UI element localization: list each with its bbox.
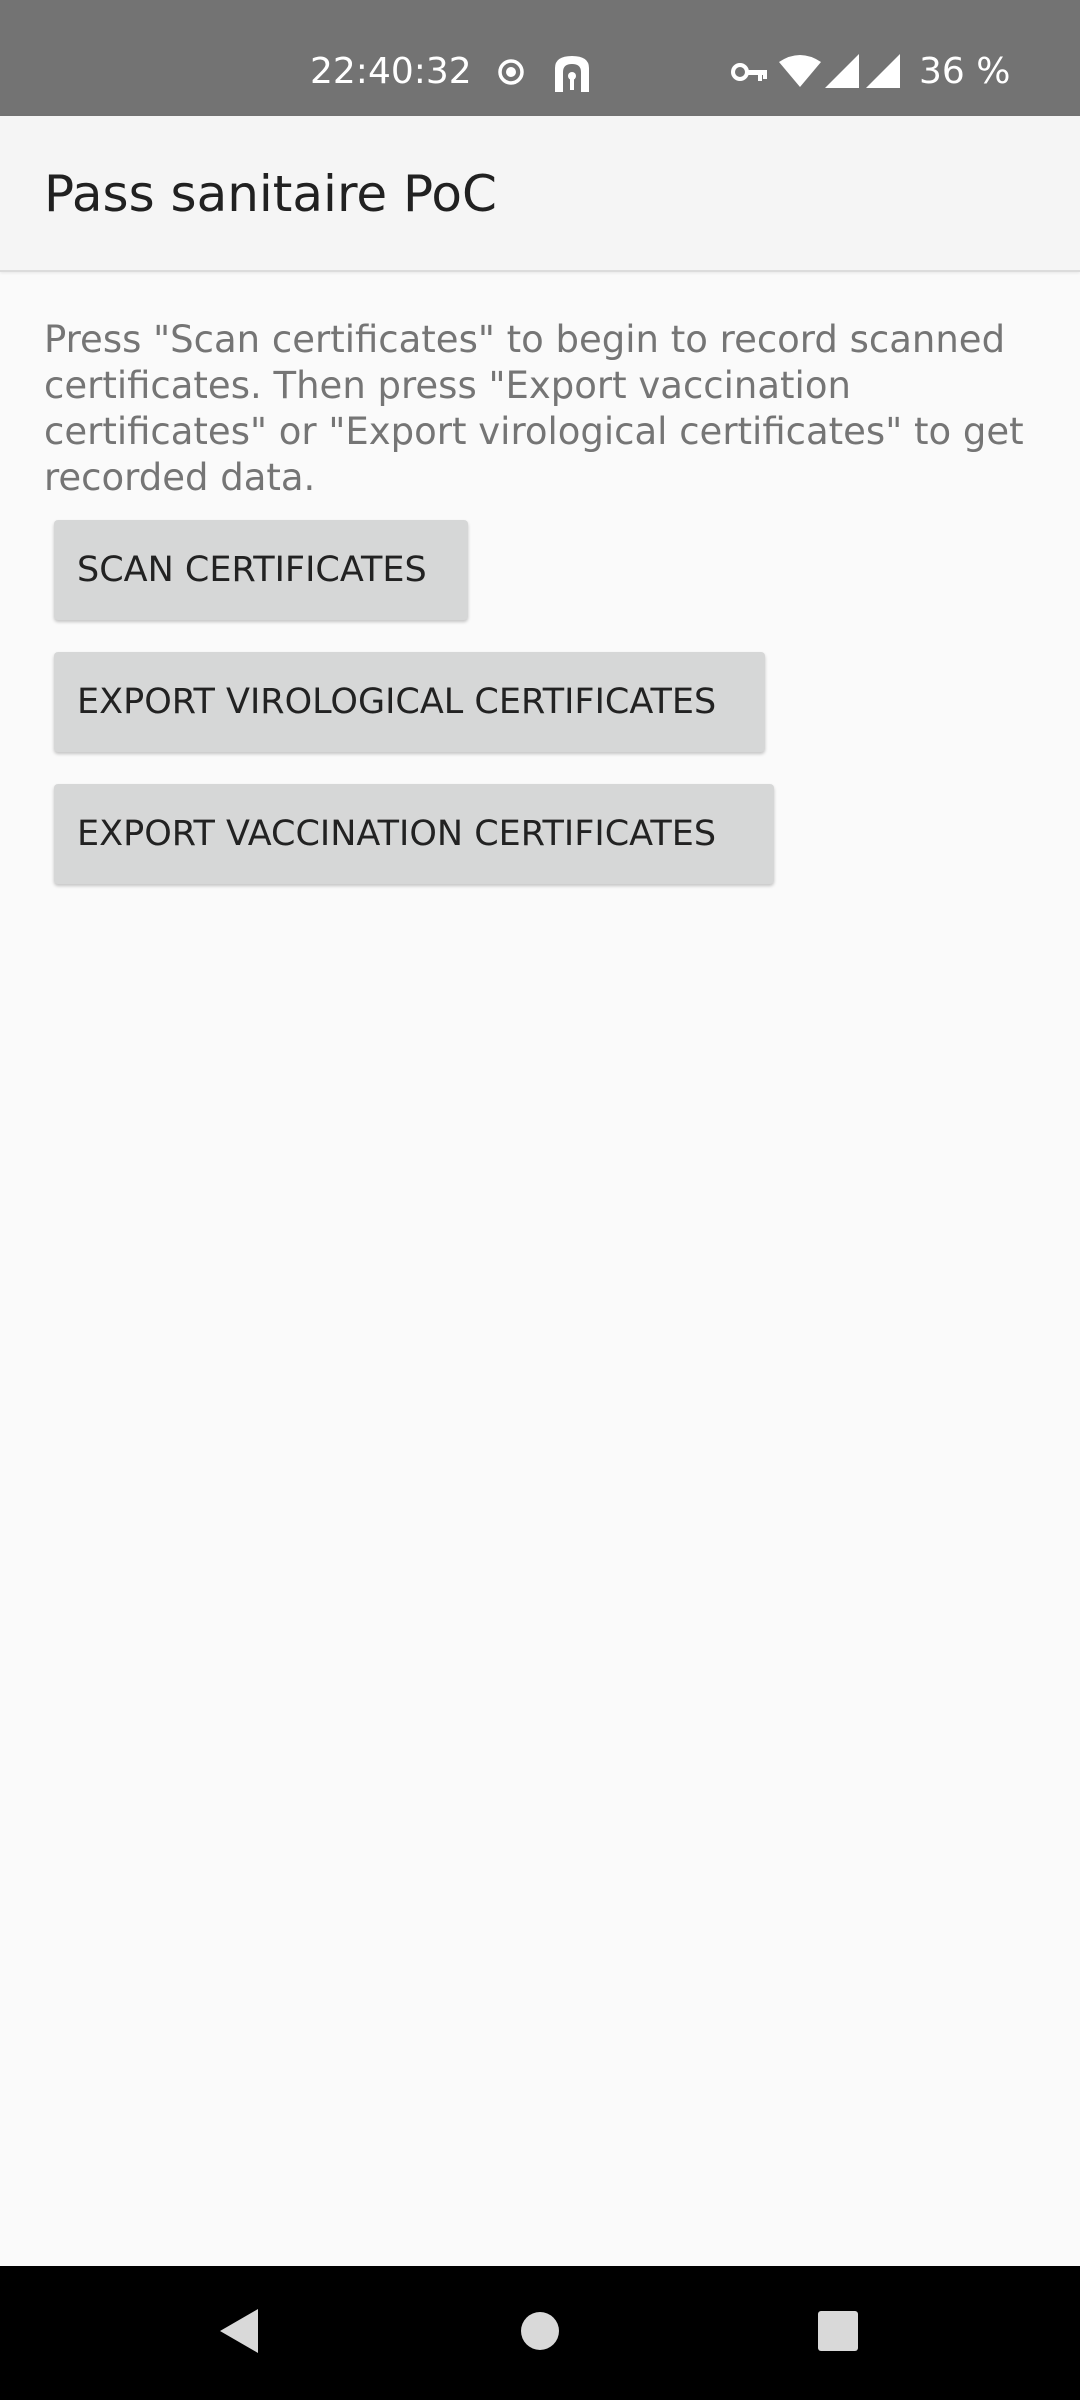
home-button[interactable] bbox=[473, 2266, 607, 2400]
privacy-alert-icon bbox=[551, 52, 593, 96]
scan-certificates-button[interactable]: SCAN CERTIFICATES bbox=[54, 520, 468, 620]
back-icon bbox=[220, 2309, 260, 2357]
status-time: 22:40:32 bbox=[310, 51, 472, 92]
status-bar: 22:40:32 36 % bbox=[0, 0, 1080, 116]
home-icon bbox=[520, 2311, 560, 2355]
record-icon bbox=[497, 58, 525, 90]
export-vaccination-button[interactable]: EXPORT VACCINATION CERTIFICATES bbox=[54, 784, 774, 884]
wifi-icon bbox=[779, 54, 821, 92]
instructions-text: Press "Scan certificates" to begin to re… bbox=[44, 318, 1024, 499]
navigation-bar bbox=[0, 2266, 1080, 2400]
vpn-key-icon bbox=[731, 60, 769, 88]
signal-icon bbox=[825, 54, 859, 92]
signal-icon-2 bbox=[866, 54, 900, 92]
recents-icon bbox=[818, 2311, 858, 2355]
recents-button[interactable] bbox=[771, 2266, 905, 2400]
app-bar: Pass sanitaire PoC bbox=[0, 116, 1080, 272]
back-button[interactable] bbox=[173, 2266, 307, 2400]
battery-level: 36 % bbox=[919, 51, 1011, 92]
export-virological-button[interactable]: EXPORT VIROLOGICAL CERTIFICATES bbox=[54, 652, 765, 752]
page-title: Pass sanitaire PoC bbox=[44, 165, 497, 223]
